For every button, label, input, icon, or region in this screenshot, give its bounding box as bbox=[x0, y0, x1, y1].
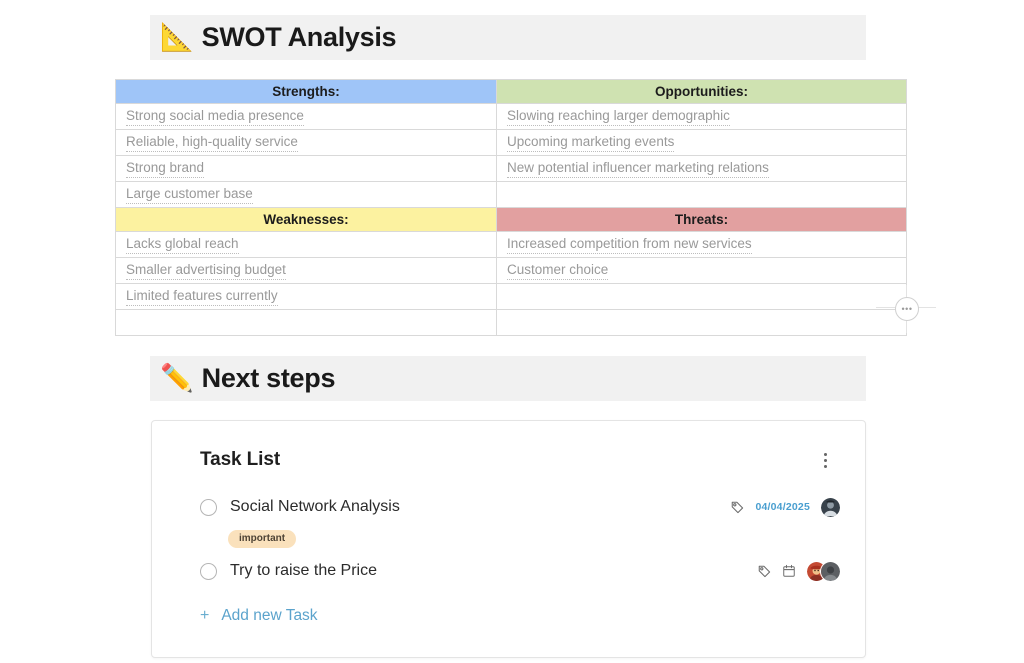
cell-text: Strong brand bbox=[126, 159, 205, 178]
swot-section-title: SWOT Analysis bbox=[201, 22, 397, 52]
swot-cell-strength-4[interactable]: Large customer base bbox=[115, 181, 497, 208]
avatar[interactable] bbox=[820, 560, 841, 582]
task-checkbox[interactable] bbox=[200, 562, 217, 580]
task-tag-row: important bbox=[200, 528, 841, 548]
cell-text: Increased competition from new services bbox=[507, 235, 752, 254]
table-row: Lacks global reach Increased competition… bbox=[115, 231, 907, 258]
cell-text: Lacks global reach bbox=[126, 235, 239, 254]
table-row: Strengths: Opportunities: bbox=[115, 79, 907, 104]
task-card-header: Task List bbox=[152, 421, 865, 471]
swot-cell-opportunity-3[interactable]: New potential influencer marketing relat… bbox=[496, 155, 907, 182]
swot-cell-threat-4[interactable] bbox=[496, 309, 907, 336]
table-row: Smaller advertising budget Customer choi… bbox=[115, 257, 907, 284]
swot-cell-threat-2[interactable]: Customer choice bbox=[496, 257, 907, 284]
table-row: Limited features currently bbox=[115, 283, 907, 310]
table-row: Large customer base bbox=[115, 181, 907, 208]
cell-text: Large customer base bbox=[126, 185, 253, 204]
cell-text: Customer choice bbox=[507, 261, 609, 280]
cell-text: Strong social media presence bbox=[126, 107, 304, 126]
task-due-date[interactable]: 04/04/2025 bbox=[755, 501, 810, 513]
swot-cell-weakness-1[interactable]: Lacks global reach bbox=[115, 231, 497, 258]
next-steps-section-banner: ✏️ Next steps bbox=[150, 356, 866, 401]
table-row: Strong brand New potential influencer ma… bbox=[115, 155, 907, 182]
swot-cell-threat-1[interactable]: Increased competition from new services bbox=[496, 231, 907, 258]
list-item[interactable]: Try to raise the Price bbox=[200, 557, 841, 585]
cell-text: Reliable, high-quality service bbox=[126, 133, 298, 152]
table-row: Weaknesses: Threats: bbox=[115, 207, 907, 232]
task-meta-2 bbox=[757, 560, 841, 582]
swot-cell-opportunity-1[interactable]: Slowing reaching larger demographic bbox=[496, 103, 907, 130]
cell-text: Slowing reaching larger demographic bbox=[507, 107, 730, 126]
table-resize-handle-icon[interactable]: ••• bbox=[895, 297, 919, 321]
task-list-card: Task List Social Network Analysis 04/04/… bbox=[151, 420, 866, 658]
plus-icon: + bbox=[200, 607, 210, 624]
table-row bbox=[115, 309, 907, 336]
swot-cell-weakness-2[interactable]: Smaller advertising budget bbox=[115, 257, 497, 284]
table-row: Reliable, high-quality service Upcoming … bbox=[115, 129, 907, 156]
table-row: Strong social media presence Slowing rea… bbox=[115, 103, 907, 130]
swot-heading-weaknesses[interactable]: Weaknesses: bbox=[115, 207, 497, 232]
tag-icon[interactable] bbox=[757, 564, 772, 579]
avatar[interactable] bbox=[820, 496, 841, 518]
swot-cell-strength-2[interactable]: Reliable, high-quality service bbox=[115, 129, 497, 156]
swot-heading-strengths[interactable]: Strengths: bbox=[115, 79, 497, 104]
add-new-task-label: Add new Task bbox=[221, 607, 318, 624]
task-left-1: Social Network Analysis bbox=[200, 498, 730, 516]
cell-text: Limited features currently bbox=[126, 287, 278, 306]
pencil-icon: ✏️ bbox=[160, 363, 194, 393]
swot-heading-threats[interactable]: Threats: bbox=[496, 207, 907, 232]
task-title: Try to raise the Price bbox=[230, 562, 378, 579]
swot-cell-weakness-4[interactable] bbox=[115, 309, 497, 336]
swot-heading-opportunities[interactable]: Opportunities: bbox=[496, 79, 907, 104]
task-checkbox[interactable] bbox=[200, 498, 217, 516]
swot-cell-opportunity-4[interactable] bbox=[496, 181, 907, 208]
task-title: Social Network Analysis bbox=[230, 498, 400, 515]
swot-cell-strength-1[interactable]: Strong social media presence bbox=[115, 103, 497, 130]
swot-cell-weakness-3[interactable]: Limited features currently bbox=[115, 283, 497, 310]
task-list-title: Task List bbox=[200, 449, 281, 470]
cell-text: Upcoming marketing events bbox=[507, 133, 675, 152]
cell-text: Smaller advertising budget bbox=[126, 261, 286, 280]
calendar-icon[interactable] bbox=[782, 564, 796, 578]
task-rows: Social Network Analysis 04/04/2025 impor… bbox=[152, 493, 865, 625]
tag-icon[interactable] bbox=[730, 500, 745, 515]
avatar-group bbox=[806, 560, 841, 582]
list-item[interactable]: Social Network Analysis 04/04/2025 bbox=[200, 493, 841, 521]
task-meta-1: 04/04/2025 bbox=[730, 496, 841, 518]
swot-cell-opportunity-2[interactable]: Upcoming marketing events bbox=[496, 129, 907, 156]
swot-cell-threat-3[interactable] bbox=[496, 283, 907, 310]
next-steps-section-title: Next steps bbox=[201, 363, 336, 393]
swot-cell-strength-3[interactable]: Strong brand bbox=[115, 155, 497, 182]
triangular-ruler-icon: 📐 bbox=[160, 22, 194, 52]
add-new-task-button[interactable]: + Add new Task bbox=[200, 607, 841, 625]
cell-text: New potential influencer marketing relat… bbox=[507, 159, 769, 178]
swot-table: Strengths: Opportunities: Strong social … bbox=[115, 79, 907, 336]
task-left-2: Try to raise the Price bbox=[200, 562, 757, 580]
swot-section-banner: 📐 SWOT Analysis bbox=[150, 15, 866, 60]
more-options-icon[interactable] bbox=[815, 450, 835, 470]
status-badge[interactable]: important bbox=[228, 530, 297, 548]
